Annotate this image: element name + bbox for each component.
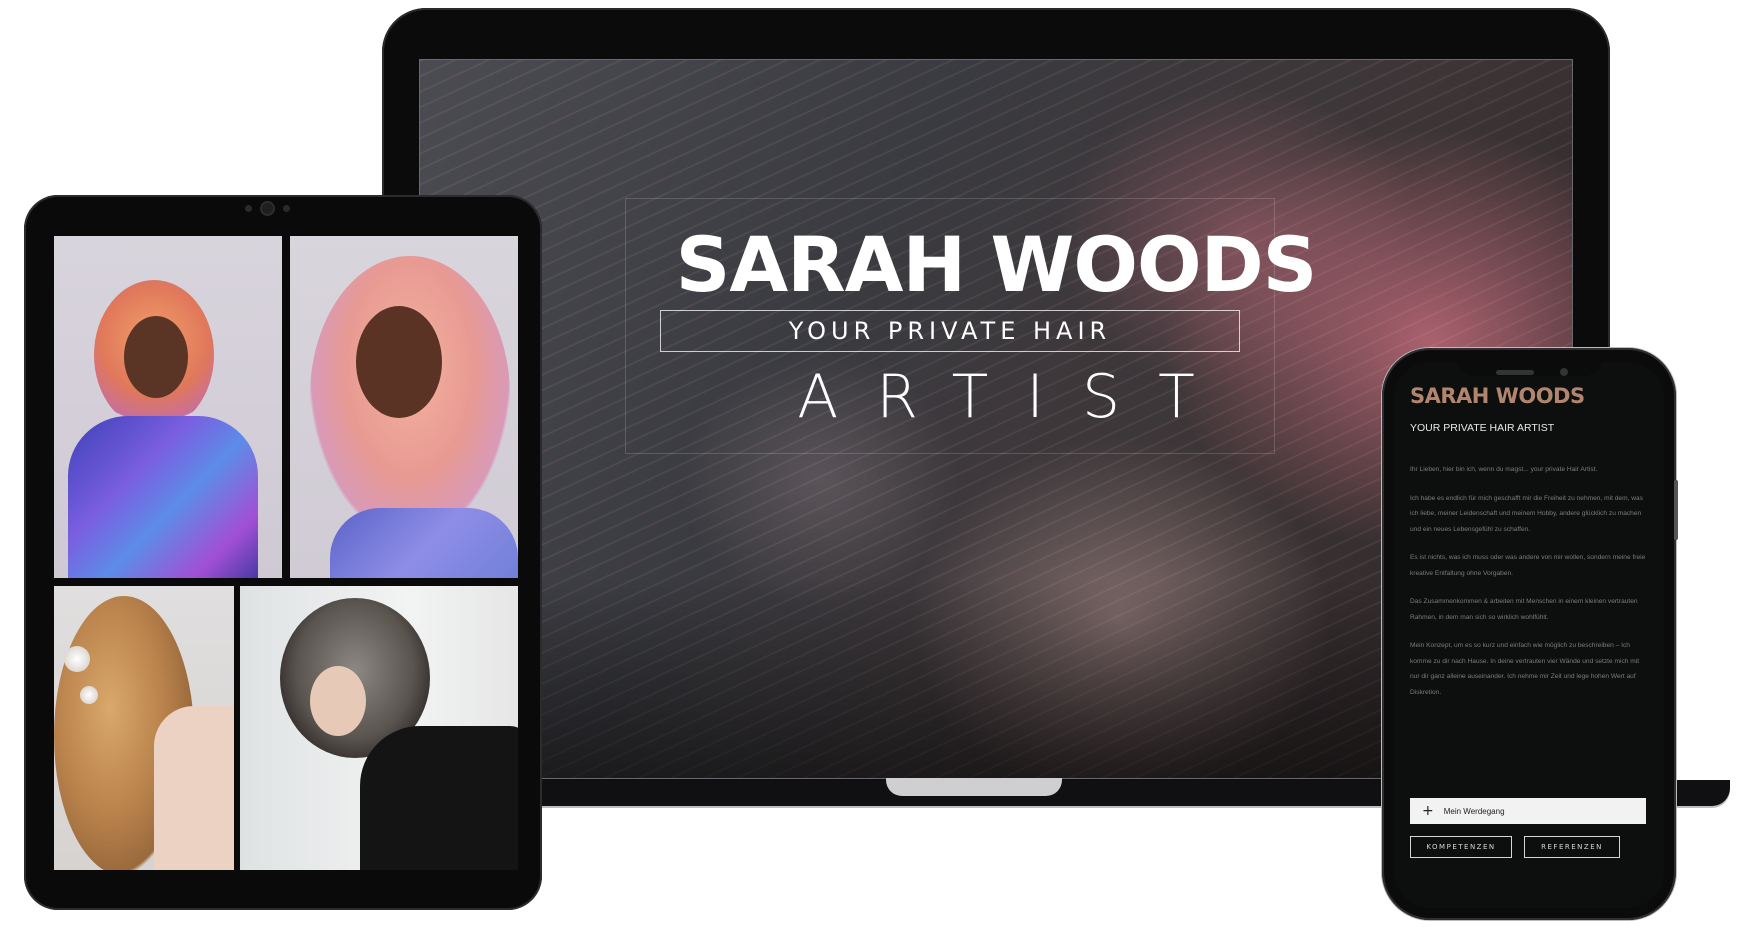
kompetenzen-button[interactable]: KOMPETENZEN [1410, 836, 1512, 858]
hero-subtitle: YOUR PRIVATE HAIR [788, 317, 1112, 345]
intro-paragraph: Das Zusammenkommen & arbeiten mit Mensch… [1410, 598, 1638, 621]
intro-paragraph: Mein Konzept, um es so kurz und einfach … [1410, 642, 1640, 696]
gallery-photo-2[interactable] [290, 236, 518, 578]
tablet-camera [245, 203, 290, 214]
tablet-screen [50, 222, 518, 878]
intro-paragraph: Es ist nichts, was ich muss oder was and… [1410, 554, 1646, 577]
referenzen-button[interactable]: REFERENZEN [1524, 836, 1620, 858]
gallery-photo-4[interactable] [240, 586, 518, 870]
intro-paragraph: Ich habe es endlich für mich geschafft m… [1410, 494, 1643, 533]
plus-icon: + [1422, 803, 1434, 819]
accordion-label: Mein Werdegang [1443, 806, 1505, 816]
intro-paragraph: Ihr Lieben, hier bin ich, wenn du magst.… [1410, 466, 1598, 473]
phone-screen: SARAH WOODS YOUR PRIVATE HAIR ARTIST Ihr… [1394, 362, 1664, 908]
gallery-photo-1[interactable] [54, 236, 282, 578]
phone-intro-text: Ihr Lieben, hier bin ich, wenn du magst.… [1410, 462, 1650, 713]
gallery-photo-3[interactable] [54, 586, 234, 870]
phone-subtitle: YOUR PRIVATE HAIR ARTIST [1410, 422, 1555, 434]
laptop-notch [886, 778, 1062, 796]
hero-subtitle-box: YOUR PRIVATE HAIR [660, 310, 1240, 352]
camera-icon [1560, 368, 1568, 376]
phone-title: SARAH WOODS [1410, 384, 1585, 408]
speaker-icon [1496, 370, 1534, 375]
hero-title: SARAH WOODS [675, 220, 1318, 309]
werdegang-accordion[interactable]: + Mein Werdegang [1410, 798, 1646, 824]
